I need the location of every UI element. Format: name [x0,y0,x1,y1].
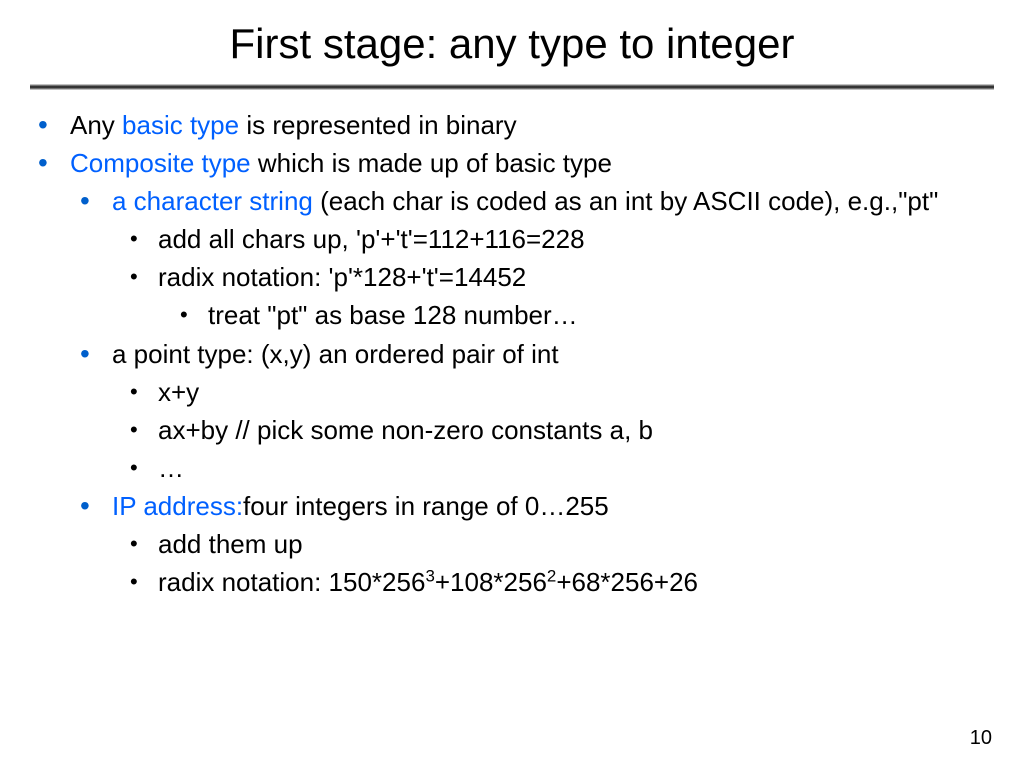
text-plain: x+y [158,377,199,407]
text-plain: a point type: (x,y) an ordered pair of i… [112,339,559,369]
text-plain: is represented in binary [239,110,516,140]
text-plain: four integers in range of 0…255 [243,491,609,521]
text-plain: +68*256+26 [556,567,698,597]
superscript: 3 [425,566,434,585]
bullet-item: x+y [30,375,994,410]
text-plain: add them up [158,529,303,559]
text-plain: add all chars up, 'p'+'t'=112+116=228 [158,224,585,254]
text-plain: which is made up of basic type [251,148,612,178]
slide-container: First stage: any type to integer Any bas… [0,0,1024,768]
bullet-item: add all chars up, 'p'+'t'=112+116=228 [30,222,994,257]
text-plain: ax+by // pick some non-zero constants a,… [158,415,653,445]
page-number: 10 [970,727,992,750]
text-plain: (each char is coded as an int by ASCII c… [313,186,938,216]
bullet-item: … [30,451,994,486]
bullet-item: IP address:four integers in range of 0…2… [30,489,994,524]
bullet-item: ax+by // pick some non-zero constants a,… [30,413,994,448]
text-highlight: a character string [112,186,313,216]
bullet-item: Composite type which is made up of basic… [30,146,994,181]
content-area: Any basic type is represented in binary … [30,108,994,600]
text-plain: radix notation: 'p'*128+'t'=14452 [158,262,526,292]
page-title: First stage: any type to integer [30,20,994,80]
bullet-item: add them up [30,527,994,562]
superscript: 2 [547,566,556,585]
text-highlight: basic type [122,110,239,140]
bullet-item: radix notation: 'p'*128+'t'=14452 [30,260,994,295]
text-plain: … [158,453,184,483]
bullet-item: a character string (each char is coded a… [30,184,994,219]
text-plain: radix notation: 150*256 [158,567,425,597]
text-plain: treat "pt" as base 128 number… [208,300,578,330]
title-divider [30,84,994,90]
bullet-item: treat "pt" as base 128 number… [30,298,994,333]
text-plain: +108*256 [435,567,547,597]
bullet-list: Any basic type is represented in binary … [30,108,994,600]
text-highlight: IP address: [112,491,243,521]
text-highlight: Composite type [70,148,251,178]
bullet-item: Any basic type is represented in binary [30,108,994,143]
bullet-item: radix notation: 150*2563+108*2562+68*256… [30,565,994,600]
text-plain: Any [70,110,122,140]
bullet-item: a point type: (x,y) an ordered pair of i… [30,337,994,372]
